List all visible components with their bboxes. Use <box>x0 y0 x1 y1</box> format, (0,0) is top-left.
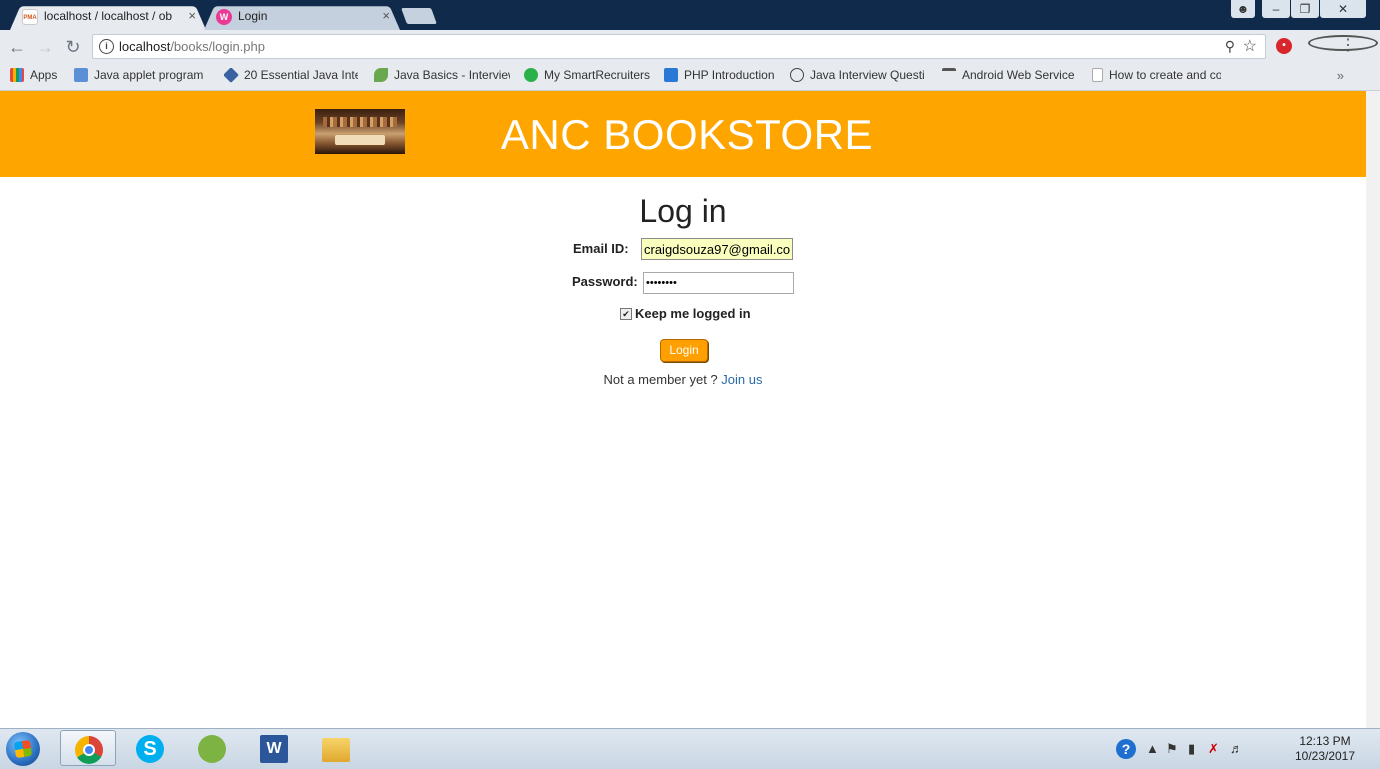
url-path: /books/login.php <box>170 39 265 54</box>
taskbar-android-studio[interactable] <box>184 730 240 766</box>
info-icon[interactable]: i <box>99 39 114 54</box>
menu-dots-icon[interactable]: ⋮ <box>1340 38 1356 54</box>
join-us-link[interactable]: Join us <box>721 372 762 387</box>
bookmark-php-intro[interactable]: PHP Introduction <box>664 68 782 83</box>
bookmark-label: Java applet program <box>94 68 204 82</box>
keep-logged-in-checkbox[interactable]: ✔ <box>620 308 632 320</box>
bookmark-label: Android Web Service <box>962 68 1074 82</box>
java-basics-icon <box>374 68 388 82</box>
page-title: Log in <box>639 193 727 229</box>
password-field[interactable] <box>643 272 794 294</box>
battery-icon[interactable]: ▮ <box>1188 741 1195 757</box>
tab-title: localhost / localhost / ob <box>44 9 173 23</box>
bookmark-apps[interactable]: Apps <box>10 68 66 83</box>
address-url[interactable]: localhost/books/login.php <box>119 39 265 54</box>
bookmarks-overflow-icon[interactable]: » <box>1337 68 1344 83</box>
restore-button[interactable]: ❐ <box>1291 0 1319 18</box>
signup-prompt: Not a member yet ? Join us <box>0 372 1366 387</box>
bookmark-label: Java Interview Questi <box>810 68 924 82</box>
bookmark-label: Java Basics - Interview <box>394 68 510 82</box>
keep-logged-in-label[interactable]: Keep me logged in <box>635 306 751 321</box>
bookmarks-bar: Apps Java applet program 20 Essential Ja… <box>0 63 1380 91</box>
close-window-button[interactable]: ✕ <box>1320 0 1366 18</box>
tab-phpmyadmin[interactable]: PMA localhost / localhost / ob × <box>10 3 206 31</box>
bookmark-java-basics[interactable]: Java Basics - Interview <box>374 68 512 83</box>
bookmark-star-icon[interactable]: ☆ <box>1243 36 1257 56</box>
android-studio-icon <box>198 735 226 763</box>
word-icon: W <box>260 735 288 763</box>
taskbar-explorer[interactable] <box>308 730 364 766</box>
tray-expand-icon[interactable]: ▲ <box>1146 741 1159 756</box>
taskbar-word[interactable]: W <box>246 730 302 766</box>
profile-icon[interactable]: ☻ <box>1231 0 1255 18</box>
member-text: Not a member yet ? <box>603 372 718 387</box>
back-arrow-icon[interactable]: ← <box>6 36 28 58</box>
taskbar-skype[interactable]: S <box>122 730 178 766</box>
target-icon <box>790 68 804 82</box>
reload-icon[interactable]: ↻ <box>62 36 84 58</box>
bookmark-android-web[interactable]: Android Web Service <box>942 68 1078 83</box>
instagram-favicon-icon: W <box>216 9 232 25</box>
action-center-flag-icon[interactable]: ⚑ <box>1166 741 1178 757</box>
bookmark-how-to-create[interactable]: How to create and co <box>1092 68 1228 83</box>
w3-icon <box>664 68 678 82</box>
clock-time: 12:13 PM <box>1299 734 1351 748</box>
email-label: Email ID: <box>573 241 629 256</box>
address-bar[interactable]: i localhost/books/login.php ⚲ ☆ <box>92 34 1266 59</box>
site-title: ANC BOOKSTORE <box>500 111 874 158</box>
email-field[interactable] <box>641 238 793 260</box>
taskbar-chrome[interactable] <box>60 730 116 766</box>
new-tab-button[interactable] <box>401 8 437 24</box>
clock-date: 10/23/2017 <box>1294 749 1356 763</box>
window-controls: ☻ – ❐ ✕ <box>1230 0 1366 18</box>
windows-logo-icon <box>13 739 33 759</box>
bookmark-java-applet[interactable]: Java applet program <box>74 68 208 83</box>
bookmark-label: Apps <box>30 68 58 82</box>
windows-taskbar: S W ? ▲ ⚑ ▮ ✗ ♬ 12:13 PM 10/23/2017 <box>0 728 1380 769</box>
bookmark-label: My SmartRecruiters <box>544 68 651 82</box>
phpmyadmin-favicon-icon: PMA <box>22 9 38 25</box>
skype-icon: S <box>136 735 164 763</box>
minimize-button[interactable]: – <box>1262 0 1290 18</box>
java-icon <box>74 68 88 82</box>
page-scrollbar[interactable] <box>1366 91 1380 728</box>
forward-arrow-icon[interactable]: → <box>34 36 56 58</box>
smartrecruiters-icon <box>524 68 538 82</box>
folder-icon <box>322 738 350 762</box>
tab-strip: PMA localhost / localhost / ob × W Login… <box>0 0 1380 31</box>
volume-icon[interactable]: ♬ <box>1230 741 1243 756</box>
t-icon <box>942 68 956 82</box>
network-icon[interactable]: ✗ <box>1208 741 1219 757</box>
bookmark-label: 20 Essential Java Inter <box>244 68 358 82</box>
site-header: ANC BOOKSTORE <box>0 91 1366 177</box>
tab-close-icon[interactable]: × <box>382 3 390 29</box>
chrome-icon <box>75 736 103 764</box>
bookmark-smartrecruiters[interactable]: My SmartRecruiters <box>524 68 654 83</box>
bookmark-label: How to create and co <box>1109 68 1221 82</box>
page-icon <box>1092 68 1103 82</box>
lastpass-extension-icon[interactable]: • <box>1276 38 1292 54</box>
url-host: localhost <box>119 39 171 54</box>
help-icon[interactable]: ? <box>1116 739 1136 759</box>
bookmark-essential-java[interactable]: 20 Essential Java Inter <box>224 68 362 83</box>
apps-icon <box>10 68 24 82</box>
system-clock[interactable]: 12:13 PM 10/23/2017 <box>1290 734 1360 764</box>
tab-close-icon[interactable]: × <box>188 3 196 29</box>
tab-login[interactable]: W Login × <box>204 3 400 31</box>
password-label: Password: <box>572 274 638 289</box>
browser-toolbar: ← → ↻ i localhost/books/login.php ⚲ ☆ • … <box>0 30 1380 63</box>
bookmark-java-interview[interactable]: Java Interview Questi <box>790 68 930 83</box>
start-button[interactable] <box>6 732 40 766</box>
bookmark-label: PHP Introduction <box>684 68 775 82</box>
tab-title: Login <box>238 9 268 23</box>
login-button[interactable]: Login <box>660 339 708 362</box>
toptal-icon <box>224 68 239 83</box>
zoom-icon[interactable]: ⚲ <box>1225 38 1235 55</box>
